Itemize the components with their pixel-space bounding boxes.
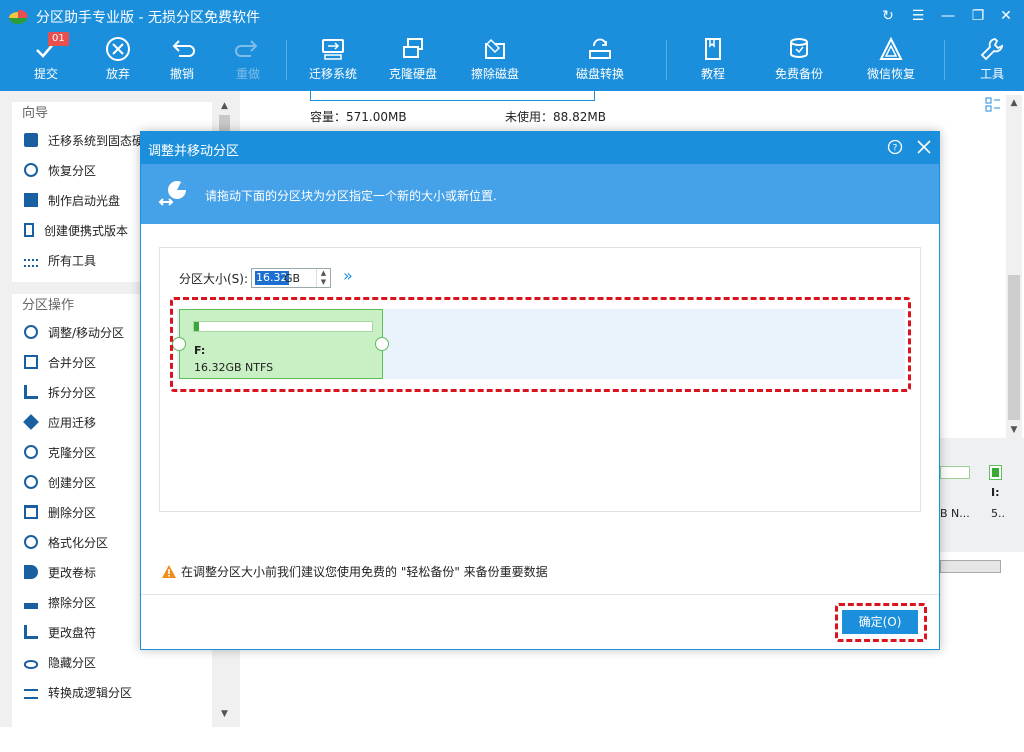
clone-disk-icon: [403, 38, 423, 58]
tutorial-button[interactable]: 教程: [690, 32, 736, 91]
recover-partition-icon: [24, 163, 38, 177]
portable-icon: [24, 223, 34, 237]
main-scrollbar[interactable]: ▲ ▼: [1006, 95, 1022, 438]
all-tools-icon: [24, 259, 38, 267]
refresh-icon[interactable]: ↻: [878, 6, 898, 26]
dialog-title-bar: 调整并移动分区 ?: [141, 132, 939, 164]
tools-button[interactable]: 工具: [972, 32, 1012, 91]
lower-disk-card: [940, 552, 1024, 752]
dialog-divider: [141, 594, 939, 595]
undo-button[interactable]: 撤销: [158, 32, 206, 91]
backup-warning: 在调整分区大小前我们建议您使用免费的 "轻松备份" 来备份重要数据: [161, 563, 548, 580]
app-title: 分区助手专业版 - 无损分区免费软件: [36, 10, 260, 26]
migrate-ssd-icon: [24, 133, 38, 147]
recovery-icon: [879, 36, 903, 60]
pending-badge: 01: [48, 32, 69, 46]
wipe-icon: [24, 595, 38, 609]
commit-button[interactable]: 01 提交: [22, 32, 70, 91]
resize-move-icon: [158, 181, 186, 206]
toolbar-separator: [286, 40, 287, 80]
ok-highlight-frame: [835, 603, 927, 642]
scroll-down-arrow[interactable]: ▼: [1006, 422, 1022, 438]
warning-icon: [162, 565, 176, 578]
partition-size-label: 分区大小(S):: [179, 272, 249, 286]
migrate-system-icon: [322, 39, 344, 60]
sidebar-item-hide[interactable]: 隐藏分区: [12, 648, 212, 678]
convert-disk-icon: [589, 38, 611, 59]
dialog-title: 调整并移动分区: [148, 144, 240, 159]
delete-icon: [24, 505, 38, 519]
discard-icon: [106, 37, 130, 61]
title-bar: 分区助手专业版 - 无损分区免费软件 ↻ ☰ — ❐ ✕: [0, 0, 1024, 32]
resize-move-dialog: 调整并移动分区 ? 请拖动下面的分区块为分区指定一个新的大小或新位置. 分区大小…: [140, 131, 940, 650]
redo-icon: [235, 40, 258, 57]
toolbar: 01 提交 放弃 撤销 重做 迁移系统 克隆硬盘 擦除磁盘 磁盘转换 教程 免费…: [0, 32, 1024, 91]
svg-text:?: ?: [893, 144, 898, 154]
lower-disk-bar-2: [940, 560, 1001, 573]
convert-logical-icon: [24, 689, 38, 699]
redo-button[interactable]: 重做: [224, 32, 272, 91]
clone-disk-button[interactable]: 克隆硬盘: [384, 32, 442, 91]
wipe-disk-icon: [485, 38, 505, 59]
toolbar-separator: [944, 40, 945, 80]
resize-icon: [24, 325, 38, 339]
free-backup-button[interactable]: 免费备份: [770, 32, 828, 91]
app-logo-icon: [9, 9, 28, 24]
drive-i-label: I:: [991, 486, 1000, 499]
restore-button[interactable]: ❐: [968, 6, 988, 26]
partition-size-input[interactable]: 16.32 GB ▲ ▼: [251, 268, 331, 288]
sidebar-scroll-up[interactable]: ▲: [216, 98, 233, 115]
sidebar-scroll-down[interactable]: ▼: [216, 706, 233, 723]
migrate-system-button[interactable]: 迁移系统: [304, 32, 362, 91]
dialog-banner: 请拖动下面的分区块为分区指定一个新的大小或新位置.: [141, 164, 939, 224]
capacity-label: 容量：571.00MB: [310, 110, 407, 124]
disk-bar[interactable]: [310, 91, 595, 101]
split-icon: [24, 385, 38, 399]
app-migrate-icon: [23, 414, 39, 430]
expand-chevron-icon[interactable]: »: [343, 266, 357, 286]
minimize-button[interactable]: —: [938, 6, 958, 26]
dialog-close-icon[interactable]: [915, 138, 933, 156]
scroll-thumb[interactable]: [1008, 275, 1020, 420]
book-icon: [705, 38, 721, 60]
scroll-up-arrow[interactable]: ▲: [1006, 95, 1022, 111]
warning-text: 在调整分区大小前我们建议您使用免费的 "轻松备份" 来备份重要数据: [181, 565, 548, 579]
lower-partition-mini: [989, 465, 1002, 480]
undo-icon: [172, 40, 195, 57]
wizard-header: 向导: [22, 106, 49, 121]
merge-icon: [24, 355, 38, 369]
sidebar-item-convert-logical[interactable]: 转换成逻辑分区: [12, 678, 212, 708]
view-toggle-icon[interactable]: [985, 97, 1001, 113]
size-label-truncated: 5..: [991, 507, 1005, 520]
clone-icon: [24, 445, 38, 459]
boot-disc-icon: [24, 193, 38, 207]
label-icon: [24, 565, 38, 579]
close-button[interactable]: ✕: [996, 6, 1016, 26]
discard-button[interactable]: 放弃: [94, 32, 142, 91]
unused-label: 未使用：88.82MB: [505, 110, 606, 124]
size-unit: GB: [284, 272, 301, 285]
hide-icon: [24, 660, 38, 669]
lower-disk-bar: [940, 466, 970, 479]
help-icon[interactable]: ?: [887, 139, 903, 155]
backup-icon: [790, 38, 808, 58]
highlight-frame: [170, 297, 911, 392]
toolbar-separator: [666, 40, 667, 80]
create-icon: [24, 475, 38, 489]
wechat-recovery-button[interactable]: 微信恢复: [862, 32, 920, 91]
drive-letter-icon: [24, 625, 38, 639]
menu-icon[interactable]: ☰: [908, 6, 928, 26]
fs-label-truncated: B N...: [940, 507, 970, 520]
convert-disk-button[interactable]: 磁盘转换: [570, 32, 630, 91]
size-stepper[interactable]: ▲ ▼: [316, 269, 330, 287]
banner-instructions: 请拖动下面的分区块为分区指定一个新的大小或新位置.: [205, 189, 497, 203]
wrench-icon: [980, 38, 1004, 61]
lower-disk-panel: I: B N... 5..: [940, 438, 1024, 752]
wipe-disk-button[interactable]: 擦除磁盘: [466, 32, 524, 91]
format-icon: [24, 535, 38, 549]
